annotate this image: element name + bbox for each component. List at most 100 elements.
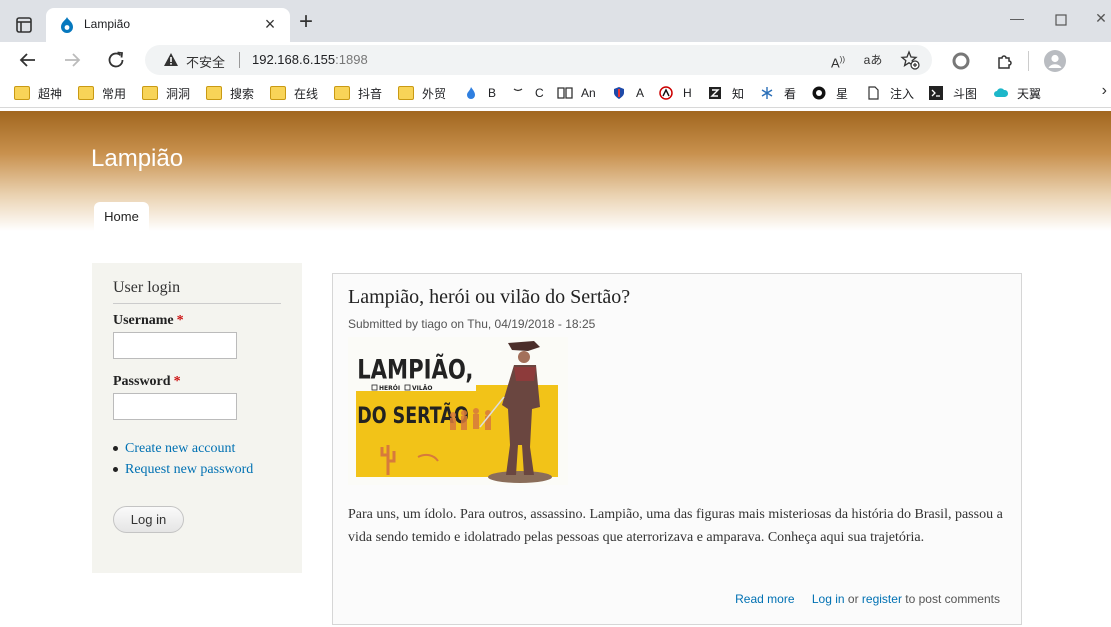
bookmark-folder-6[interactable]: 外贸	[398, 84, 446, 102]
bookmark-book-9[interactable]: An	[557, 84, 596, 102]
folder-icon	[398, 86, 414, 100]
article-body: Para uns, um ídolo. Para outros, assassi…	[348, 507, 1003, 545]
bookmark-doc-15[interactable]: 注入	[866, 84, 914, 102]
browser-toolbar: 不安全 192.168.6.155:1898 A)) aあ	[0, 42, 1111, 78]
translate-icon[interactable]: aあ	[863, 50, 883, 70]
forward-icon[interactable]	[60, 48, 84, 72]
bookmarks-bar: 超神 常用 洞洞 搜索 在线 抖音 外贸 B C An A H 知 看 星 注入 斗图 天翼	[0, 78, 1111, 108]
bookmark-folder-1[interactable]: 常用	[78, 84, 126, 102]
bookmark-label: 搜索	[230, 86, 255, 101]
article-submitted: Submitted by tiago on Thu, 04/19/2018 - …	[348, 317, 596, 331]
bookmark-shield-10[interactable]: A	[612, 84, 644, 102]
address-divider	[239, 52, 240, 68]
bookmark-label: 星	[836, 86, 849, 101]
article-node: Lampião, herói ou vilão do Sertão? Submi…	[332, 273, 1022, 625]
required-marker: *	[173, 374, 181, 389]
bookmark-folder-4[interactable]: 在线	[270, 84, 318, 102]
article-title[interactable]: Lampião, herói ou vilão do Sertão?	[348, 286, 630, 309]
bookmark-label: 在线	[294, 86, 319, 101]
browser-tab-active[interactable]: Lampião ×	[46, 8, 290, 42]
security-label[interactable]: 不安全	[186, 52, 225, 71]
password-input[interactable]	[113, 393, 237, 420]
block-title: User login	[113, 279, 281, 304]
bookmark-label: 天翼	[1017, 86, 1042, 101]
book-icon	[557, 86, 573, 100]
drupal-favicon-icon	[61, 17, 73, 33]
tab-actions-icon[interactable]	[12, 13, 36, 37]
bookmark-folder-5[interactable]: 抖音	[334, 84, 382, 102]
folder-icon	[334, 86, 350, 100]
github-icon	[812, 86, 828, 100]
profile-avatar-icon[interactable]	[1044, 50, 1066, 72]
login-links: Create new account Request new password	[113, 438, 253, 480]
bookmark-label: 斗图	[953, 86, 978, 101]
create-account-link[interactable]: Create new account	[113, 438, 253, 459]
tab-close-icon[interactable]: ×	[260, 15, 280, 35]
login-link[interactable]: Log in	[812, 592, 845, 606]
bookmark-label: C	[535, 86, 544, 100]
bookmarks-more-icon[interactable]: ›	[1102, 82, 1107, 100]
bookmark-folder-3[interactable]: 搜索	[206, 84, 254, 102]
folder-icon	[14, 86, 30, 100]
bookmark-snowflake-13[interactable]: 看	[760, 84, 796, 102]
comment-suffix: to post comments	[905, 592, 1000, 606]
user-login-block: User login Username * Password * Create ne…	[92, 263, 302, 573]
refresh-icon[interactable]	[104, 48, 128, 72]
favorite-add-icon[interactable]	[900, 50, 920, 70]
bookmark-folder-0[interactable]: 超神	[14, 84, 62, 102]
url-host: 192.168.6.155	[252, 52, 336, 67]
read-more-link[interactable]: Read more	[735, 592, 794, 606]
poster-option-heroi: HERÓI	[379, 385, 400, 392]
bookmark-hacker-11[interactable]: H	[659, 84, 692, 102]
z-icon	[708, 86, 724, 100]
back-icon[interactable]	[16, 48, 40, 72]
bookmark-label: 超神	[38, 86, 63, 101]
username-input[interactable]	[113, 332, 237, 359]
hacker-icon	[659, 86, 675, 100]
close-window-icon[interactable]: ✕	[1089, 10, 1111, 30]
bookmark-label: 外贸	[422, 86, 447, 101]
request-password-link[interactable]: Request new password	[113, 459, 253, 480]
url-port: :1898	[335, 52, 368, 67]
new-tab-icon[interactable]: +	[295, 10, 317, 34]
folder-icon	[270, 86, 286, 100]
bookmark-label: 知	[732, 86, 745, 101]
bookmark-folder-2[interactable]: 洞洞	[142, 84, 190, 102]
article-links: Read more Log in or register to post com…	[735, 592, 1000, 606]
username-label: Username *	[113, 313, 184, 328]
bookmark-label: An	[581, 86, 596, 100]
bookmark-cloud-17[interactable]: 天翼	[993, 84, 1041, 102]
url-text[interactable]: 192.168.6.155:1898	[252, 52, 368, 67]
or-text: or	[847, 592, 859, 606]
address-bar[interactable]: 不安全 192.168.6.155:1898 A)) aあ	[145, 45, 932, 75]
folder-icon	[206, 86, 222, 100]
minimize-icon[interactable]: —	[1005, 10, 1029, 30]
bookmark-terminal-16[interactable]: 斗图	[929, 84, 977, 102]
tab-home[interactable]: Home	[94, 202, 149, 231]
poster-title-line1: LAMPIÃO,	[357, 353, 473, 385]
bookmark-page-8[interactable]: C	[511, 84, 544, 102]
read-aloud-icon[interactable]: A))	[828, 50, 848, 70]
bookmark-z-12[interactable]: 知	[708, 84, 744, 102]
page-icon	[511, 86, 527, 100]
site-name[interactable]: Lampião	[91, 145, 183, 173]
folder-icon	[142, 86, 158, 100]
doc-icon	[866, 86, 882, 100]
tab-title: Lampião	[84, 17, 131, 31]
register-link[interactable]: register	[862, 592, 902, 606]
warning-icon[interactable]	[163, 52, 179, 68]
bookmark-label: B	[488, 86, 497, 100]
required-marker: *	[176, 313, 184, 328]
password-label: Password *	[113, 374, 181, 389]
snowflake-icon	[760, 86, 776, 100]
maximize-icon[interactable]	[1049, 10, 1073, 30]
extensions-puzzle-icon[interactable]	[994, 50, 1016, 72]
site-header: Lampião Home	[0, 111, 1111, 231]
circle-extension-icon[interactable]	[950, 50, 972, 72]
shield-icon	[612, 86, 628, 100]
bookmark-label: 看	[784, 86, 797, 101]
bookmark-label: 常用	[102, 86, 127, 101]
bookmark-github-14[interactable]: 星	[812, 84, 848, 102]
login-button[interactable]: Log in	[113, 506, 184, 533]
bookmark-flame-7[interactable]: B	[464, 84, 496, 102]
